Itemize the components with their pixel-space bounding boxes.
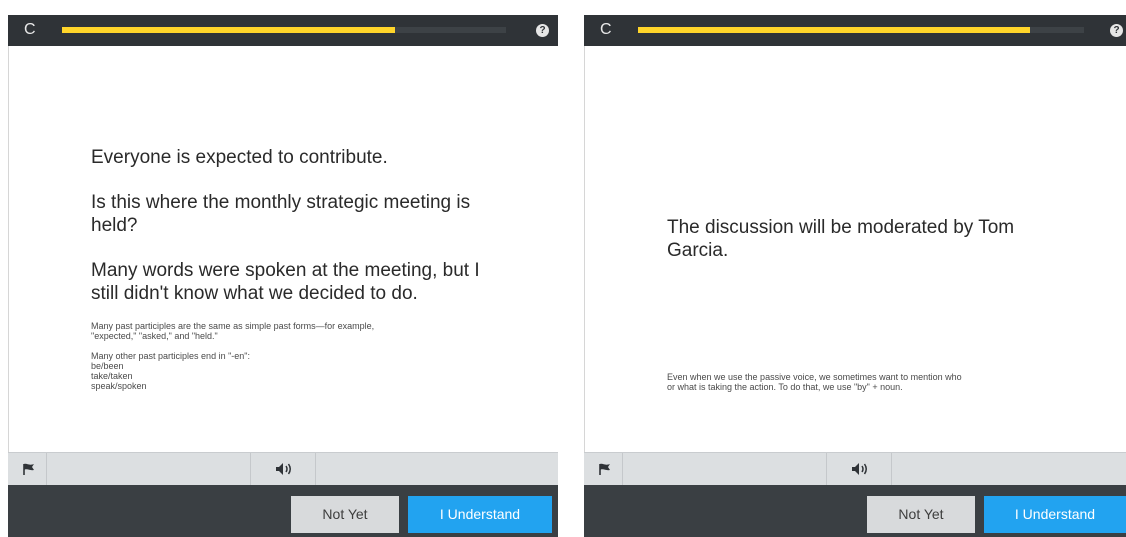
top-bar: C ? bbox=[584, 15, 1126, 46]
action-footer: Not Yet I Understand bbox=[8, 485, 558, 537]
lesson-card-right: C ? The discussion will be moderated by … bbox=[584, 15, 1126, 537]
lesson-card-left: C ? Everyone is expected to contribute. … bbox=[8, 15, 558, 537]
example-sentence-3: Many words were spoken at the meeting, b… bbox=[91, 260, 480, 304]
note-line: take/taken bbox=[91, 371, 133, 381]
example-sentence-1: Everyone is expected to contribute. bbox=[91, 147, 388, 168]
top-bar: C ? bbox=[8, 15, 558, 46]
example-sentence-2: Is this where the monthly strategic meet… bbox=[91, 192, 471, 236]
flag-button[interactable] bbox=[584, 453, 623, 486]
i-understand-button[interactable]: I Understand bbox=[408, 496, 552, 533]
help-icon[interactable]: ? bbox=[1110, 24, 1123, 37]
note-line bbox=[91, 341, 511, 351]
note-line: Many other past participles end in "-en"… bbox=[91, 351, 250, 361]
progress-fill bbox=[62, 27, 395, 33]
reload-icon[interactable]: C bbox=[24, 21, 38, 39]
note-line: Many past participles are the same as si… bbox=[91, 321, 375, 331]
flag-icon bbox=[23, 463, 34, 475]
audio-button[interactable] bbox=[826, 453, 892, 486]
example-sentence: The discussion will be moderated by Tom … bbox=[667, 217, 1015, 261]
flag-button[interactable] bbox=[8, 453, 47, 486]
grammar-note: Even when we use the passive voice, we s… bbox=[667, 372, 1097, 392]
not-yet-button[interactable]: Not Yet bbox=[867, 496, 975, 533]
lesson-content: The discussion will be moderated by Tom … bbox=[584, 46, 1126, 452]
grammar-note: Many past participles are the same as si… bbox=[91, 321, 511, 391]
audio-toolbar bbox=[584, 452, 1126, 486]
note-line: be/been bbox=[91, 361, 124, 371]
progress-fill bbox=[638, 27, 1031, 33]
speaker-icon bbox=[276, 463, 291, 475]
note-line: Even when we use the passive voice, we s… bbox=[667, 372, 962, 382]
action-footer: Not Yet I Understand bbox=[584, 485, 1126, 537]
audio-button[interactable] bbox=[250, 453, 316, 486]
speaker-icon bbox=[852, 463, 867, 475]
lesson-content: Everyone is expected to contribute. Is t… bbox=[8, 46, 558, 452]
i-understand-button[interactable]: I Understand bbox=[984, 496, 1126, 533]
note-line: speak/spoken bbox=[91, 381, 147, 391]
audio-toolbar bbox=[8, 452, 558, 486]
note-line: or what is taking the action. To do that… bbox=[667, 382, 903, 392]
note-line: "expected," "asked," and "held." bbox=[91, 331, 218, 341]
not-yet-button[interactable]: Not Yet bbox=[291, 496, 399, 533]
progress-track bbox=[638, 27, 1084, 33]
progress-track bbox=[62, 27, 506, 33]
reload-icon[interactable]: C bbox=[600, 21, 614, 39]
flag-icon bbox=[599, 463, 610, 475]
help-icon[interactable]: ? bbox=[536, 24, 549, 37]
